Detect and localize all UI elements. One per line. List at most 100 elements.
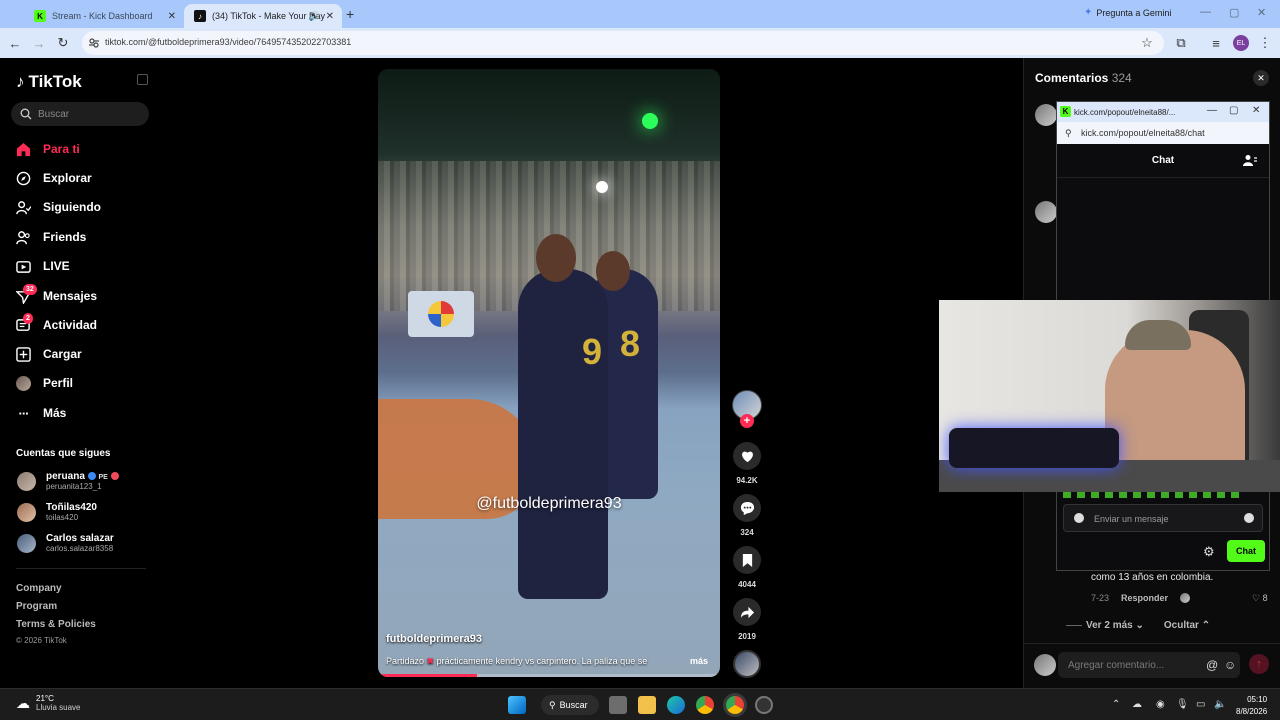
site-info-icon[interactable]	[88, 37, 100, 49]
network-icon[interactable]: ▭	[1196, 699, 1205, 710]
footer-link-terms[interactable]: Terms & Policies	[16, 619, 96, 630]
cloud-icon[interactable]: ☁	[1132, 699, 1142, 710]
nav-item-cargar[interactable]: Cargar	[16, 343, 82, 365]
followed-account-peruana[interactable]: peruana PE peruanita123_1	[17, 471, 119, 491]
emoji-icon[interactable]: ☺	[1224, 658, 1236, 672]
nav-item-actividad[interactable]: 2 Actividad	[16, 312, 97, 336]
gear-icon[interactable]: ⚙	[1203, 544, 1215, 560]
like-button[interactable]	[733, 442, 761, 470]
minimize-icon[interactable]: —	[1207, 105, 1217, 116]
close-window-icon[interactable]: ✕	[1252, 105, 1260, 116]
shield-icon	[1074, 513, 1084, 523]
nav-item-friends[interactable]: Friends	[16, 226, 86, 248]
hide-replies-button[interactable]: Ocultar ⌃	[1164, 620, 1210, 631]
system-clock[interactable]: 05:10 8/8/2026	[1236, 694, 1267, 718]
search-input[interactable]: Buscar	[11, 102, 149, 126]
show-hidden-icons-icon[interactable]: ⌃	[1112, 699, 1120, 710]
mention-icon[interactable]: @	[1206, 658, 1218, 672]
nav-item-mensajes[interactable]: 32 Mensajes	[16, 283, 97, 307]
kick-send-chat-button[interactable]: Chat	[1227, 540, 1265, 562]
browser-menu-icon[interactable]: ⋮	[1256, 34, 1274, 52]
nav-item-para-ti[interactable]: Para ti	[16, 138, 80, 160]
video-player[interactable]: 9 8 @futboldeprimera93 futboldeprimera93…	[378, 69, 720, 677]
forward-icon[interactable]: →	[30, 34, 48, 52]
app-icon[interactable]	[755, 696, 773, 714]
description-more-button[interactable]: más	[690, 656, 708, 666]
collapse-sidebar-icon[interactable]	[137, 74, 148, 85]
kick-message-input[interactable]: Enviar un mensaje	[1063, 504, 1263, 532]
compass-icon	[16, 171, 31, 186]
reload-icon[interactable]: ↻	[54, 34, 72, 52]
start-windows-icon[interactable]	[508, 696, 526, 714]
maximize-icon[interactable]: ▢	[1229, 105, 1238, 116]
nav-item-siguiendo[interactable]: Siguiendo	[16, 196, 101, 218]
reply-button[interactable]: Responder	[1121, 593, 1168, 603]
popout-title: kick.com/popout/elneita88/...	[1074, 107, 1176, 117]
taskbar-search-button[interactable]: ⚲ Buscar	[541, 695, 599, 715]
video-progress-bar[interactable]	[378, 674, 720, 677]
site-info-icon[interactable]: ⚲	[1065, 128, 1072, 139]
minimize-icon[interactable]: —	[1200, 6, 1211, 18]
steam-icon[interactable]: ◉	[1156, 699, 1165, 710]
weather-widget[interactable]: ☁ 21°C Lluvia suave	[16, 694, 80, 712]
comment-icon	[740, 501, 754, 515]
avatar[interactable]	[1035, 104, 1057, 126]
account-name: peruana PE	[46, 471, 119, 482]
edge-browser-icon[interactable]	[667, 696, 685, 714]
post-comment-button[interactable]: ↑	[1249, 654, 1269, 674]
tiktok-logo[interactable]: ♪ TikTok	[16, 72, 82, 92]
follow-plus-icon[interactable]: +	[740, 414, 754, 428]
comment-like-button[interactable]: ♡ 8	[1252, 593, 1268, 604]
nav-item-perfil[interactable]: Perfil	[16, 372, 73, 394]
nav-label: Perfil	[43, 376, 74, 390]
bookmark-star-icon[interactable]: ☆	[1138, 34, 1156, 52]
media-controls-icon[interactable]: ≡	[1207, 34, 1225, 52]
comment-count: 324	[740, 528, 754, 537]
chat-users-icon[interactable]	[1243, 154, 1257, 166]
chrome-profile-icon[interactable]	[726, 696, 744, 714]
comment-input[interactable]: Agregar comentario... @ ☺	[1058, 652, 1240, 678]
new-tab-button[interactable]: +	[346, 6, 354, 22]
nav-item-mas[interactable]: ··· Más	[16, 402, 67, 424]
sound-disc-icon[interactable]	[733, 650, 761, 678]
nav-label: Cargar	[43, 347, 82, 361]
gemini-label: Pregunta a Gemini	[1096, 7, 1172, 18]
extensions-icon[interactable]: ⧉	[1172, 34, 1190, 52]
save-button[interactable]	[733, 546, 761, 574]
task-view-icon[interactable]	[609, 696, 627, 714]
microphone-icon[interactable]: 🎙	[1176, 699, 1189, 710]
upload-icon	[16, 346, 31, 362]
file-explorer-icon[interactable]	[638, 696, 656, 714]
tab-kick-dashboard[interactable]: K Stream - Kick Dashboard ✕	[24, 4, 184, 28]
nav-item-explorar[interactable]: Explorar	[16, 167, 92, 189]
footer-link-company[interactable]: Company	[16, 583, 62, 594]
volume-icon[interactable]: 🔈	[1214, 699, 1226, 710]
followed-account-tonilas420[interactable]: Toñilas420 toilas420	[17, 502, 97, 522]
close-window-icon[interactable]: ✕	[1257, 6, 1266, 19]
nav-item-live[interactable]: LIVE	[16, 255, 70, 277]
comments-count: 324	[1111, 71, 1132, 85]
emoji-icon[interactable]	[1244, 513, 1254, 523]
address-bar[interactable]: tiktok.com/@futboldeprimera93/video/7649…	[82, 31, 1164, 55]
popout-titlebar[interactable]: K kick.com/popout/elneita88/... — ▢ ✕	[1057, 102, 1269, 122]
profile-avatar[interactable]: EL	[1233, 35, 1249, 51]
audio-playing-icon[interactable]: 🔊	[309, 11, 320, 22]
view-more-replies-button[interactable]: Ver 2 más ⌄	[1066, 620, 1144, 631]
share-button[interactable]	[733, 598, 761, 626]
chrome-icon[interactable]	[696, 696, 714, 714]
followed-account-carlos-salazar[interactable]: Carlos salazar carlos.salazar8358	[17, 533, 114, 553]
comment-meta: 7-23 Responder	[1091, 593, 1191, 603]
back-icon[interactable]: ←	[6, 34, 24, 52]
close-comments-icon[interactable]: ✕	[1253, 70, 1269, 86]
footer-link-program[interactable]: Program	[16, 601, 57, 612]
close-tab-icon[interactable]: ✕	[326, 11, 334, 22]
account-name: Toñilas420	[46, 502, 97, 513]
close-tab-icon[interactable]: ✕	[168, 11, 176, 22]
comment-button[interactable]	[733, 494, 761, 522]
avatar[interactable]	[1035, 201, 1057, 223]
maximize-icon[interactable]: ▢	[1229, 6, 1239, 19]
video-author[interactable]: futboldeprimera93	[386, 633, 482, 645]
gemini-button[interactable]: ✦ Pregunta a Gemini	[1084, 7, 1171, 18]
tab-tiktok[interactable]: ♪ (34) TikTok - Make Your Day 🔊 ✕	[184, 4, 342, 28]
weather-temperature: 21°C	[36, 694, 54, 703]
